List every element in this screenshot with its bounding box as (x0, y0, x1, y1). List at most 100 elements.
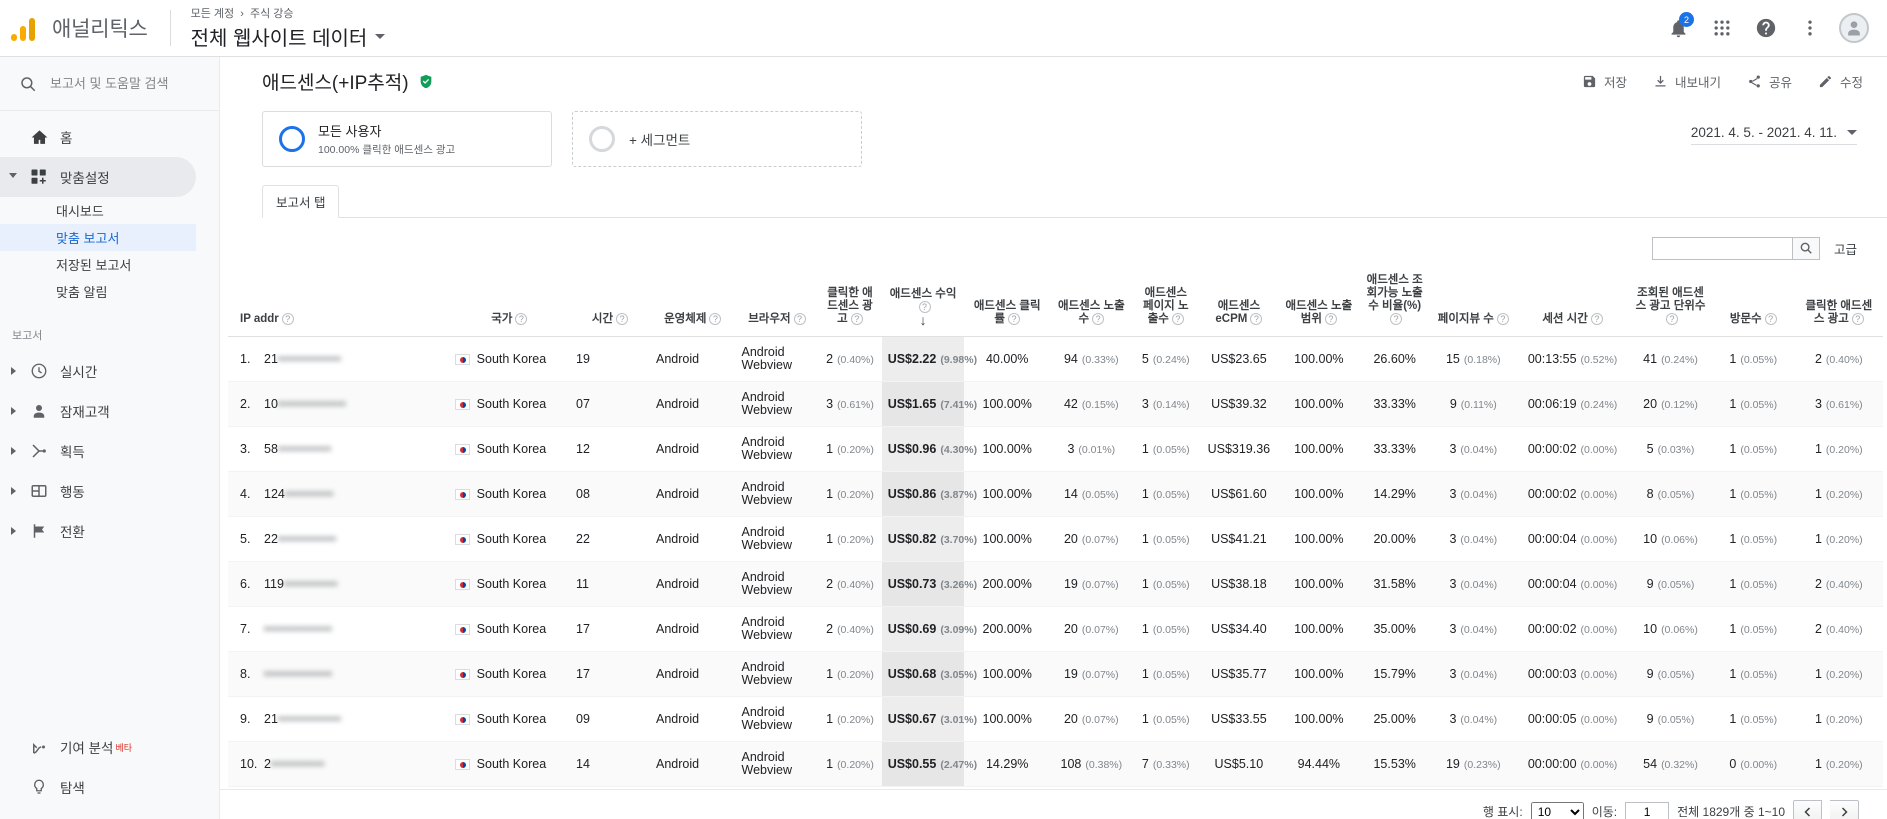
segment-all-users[interactable]: 모든 사용자 100.00% 클릭한 애드센스 광고 (262, 111, 552, 167)
sort-desc-icon[interactable]: ↓ (888, 313, 959, 327)
prev-page-button[interactable] (1793, 800, 1822, 819)
col-adsense-ctr[interactable]: 애드센스 클릭률? (964, 270, 1050, 338)
help-icon[interactable]: ? (1496, 313, 1509, 325)
share-button[interactable]: 공유 (1747, 72, 1792, 91)
col-adsense-impressions[interactable]: 애드센스 노출 수? (1049, 270, 1133, 338)
sidebar-search[interactable] (0, 57, 219, 111)
cell-ip-addr[interactable]: 5. 22•••••••••••• (228, 516, 449, 563)
table-search-button[interactable] (1791, 236, 1820, 260)
account-selector[interactable]: 모든 계정 › 주식 강승 전체 웹사이트 데이터 (191, 5, 386, 51)
help-icon[interactable]: ? (1590, 313, 1603, 325)
help-icon[interactable]: ? (1851, 313, 1864, 325)
help-icon[interactable]: ? (281, 313, 294, 325)
cell-ip-addr[interactable]: 7. •••••••••••••• (228, 606, 449, 653)
table-row[interactable]: 9. 21••••••••••••• South Korea 09 Android And… (228, 696, 1883, 743)
col-pageviews[interactable]: 페이지뷰 수? (1430, 270, 1517, 338)
bell-icon[interactable]: 2 (1659, 9, 1697, 47)
col-visits[interactable]: 방문수? (1711, 270, 1795, 338)
next-page-button[interactable] (1830, 800, 1859, 819)
col-adsense-page-impressions[interactable]: 애드센스 페이지 노출수? (1132, 270, 1199, 338)
help-icon[interactable]: ? (515, 313, 528, 325)
add-segment-button[interactable]: + 세그먼트 (572, 111, 862, 167)
help-icon[interactable]: ? (793, 313, 806, 325)
analytics-logo[interactable] (0, 15, 38, 41)
help-icon[interactable]: ? (1007, 313, 1020, 325)
help-icon[interactable]: ? (1390, 313, 1403, 325)
table-row[interactable]: 6. 119••••••••••• South Korea 11 Android Andr… (228, 561, 1883, 608)
cell-ip-addr[interactable]: 8. •••••••••••••• (228, 651, 449, 698)
table-row[interactable]: 7. •••••••••••••• South Korea 17 Android Andr… (228, 606, 1883, 653)
table-row[interactable]: 8. •••••••••••••• South Korea 17 Android Andr… (228, 651, 1883, 698)
col-os[interactable]: 운영체제? (650, 270, 736, 338)
help-icon[interactable]: ? (1666, 313, 1678, 325)
col-session-duration[interactable]: 세션 시간? (1516, 270, 1630, 338)
help-icon[interactable]: ? (1324, 313, 1337, 325)
col-adsense-coverage[interactable]: 애드센스 노출 범위? (1278, 270, 1359, 338)
rows-per-page-select[interactable]: 10255010025050010005000 (1530, 801, 1584, 819)
chevron-down-icon (4, 172, 22, 182)
col-hour[interactable]: 시간? (570, 270, 650, 338)
sidebar-item-saved-reports[interactable]: 저장된 보고서 (0, 251, 219, 278)
col-adsense-ecpm[interactable]: 애드센스 eCPM? (1198, 270, 1279, 338)
col-adsense-viewable-pct[interactable]: 애드센스 조회가능 노출수 비율(%)? (1358, 270, 1431, 338)
table-row[interactable]: 5. 22•••••••••••• South Korea 22 Android Andr… (228, 516, 1883, 563)
table-row[interactable]: 2. 10•••••••••••••• South Korea 07 Android An… (228, 381, 1883, 428)
sidebar-item-behavior[interactable]: 행동 (0, 471, 219, 511)
col-country[interactable]: 국가? (448, 270, 571, 338)
sidebar-item-dashboards[interactable]: 대시보드 (0, 197, 219, 224)
col-browser[interactable]: 브라우저? (735, 270, 819, 338)
sidebar-item-customization[interactable]: 맞춤설정 (0, 157, 196, 197)
help-icon[interactable] (1747, 9, 1785, 47)
col-ad-units-viewed[interactable]: 조회된 애드센스 광고 단위수? (1629, 270, 1712, 338)
table-search-input[interactable] (1652, 237, 1792, 259)
avatar[interactable] (1835, 9, 1873, 47)
save-button[interactable]: 저장 (1582, 72, 1627, 91)
view-title-row[interactable]: 전체 웹사이트 데이터 (191, 22, 386, 51)
sidebar-item-custom-reports[interactable]: 맞춤 보고서 (0, 224, 196, 251)
sidebar-item-audience[interactable]: 잠재고객 (0, 391, 219, 431)
cell-ip-addr[interactable]: 1. 21••••••••••••• (228, 336, 449, 383)
apps-grid-icon[interactable] (1703, 9, 1741, 47)
goto-page-input[interactable] (1625, 802, 1670, 819)
edit-button[interactable]: 수정 (1818, 72, 1863, 91)
table-search[interactable] (1651, 236, 1792, 260)
sidebar-item-custom-alerts[interactable]: 맞춤 알림 (0, 278, 219, 305)
cell-adsense-ctr: 100.00% (964, 696, 1050, 743)
help-icon[interactable]: ? (1250, 313, 1263, 325)
cell-adsense-page-impressions: 1 (0.05%) (1132, 471, 1199, 518)
sidebar-item-attribution[interactable]: 기여 분석 베타 (0, 727, 219, 767)
sidebar-item-conversions[interactable]: 전환 (0, 511, 219, 551)
date-range-picker[interactable]: 2021. 4. 5. - 2021. 4. 11. (1690, 125, 1857, 145)
col-adsense-clicks-2[interactable]: 클릭한 애드센스 광고? (1794, 270, 1883, 338)
tab-report[interactable]: 보고서 탭 (262, 185, 340, 218)
advanced-link[interactable]: 고급 (1834, 239, 1857, 258)
save-button-label: 저장 (1603, 75, 1627, 90)
more-vert-icon[interactable] (1791, 9, 1829, 47)
cell-ip-addr[interactable]: 2. 10•••••••••••••• (228, 381, 449, 428)
export-button[interactable]: 내보내기 (1653, 72, 1721, 91)
help-icon[interactable]: ? (1171, 313, 1184, 325)
sidebar-item-acquisition[interactable]: 획득 (0, 431, 219, 471)
help-icon[interactable]: ? (1764, 313, 1777, 325)
help-icon[interactable]: ? (709, 313, 722, 325)
col-ip-addr[interactable]: IP addr? (228, 270, 449, 338)
table-row[interactable]: 3. 58••••••••••• South Korea 12 Android Andro… (228, 426, 1883, 473)
table-row[interactable]: 10. 2••••••••••• South Korea 14 Android Andro… (228, 741, 1883, 788)
cell-ip-addr[interactable]: 10. 2••••••••••• (228, 741, 449, 788)
help-icon[interactable]: ? (616, 313, 629, 325)
cell-ip-addr[interactable]: 6. 119••••••••••• (228, 561, 449, 608)
sidebar-item-realtime[interactable]: 실시간 (0, 351, 219, 391)
cell-ip-addr[interactable]: 3. 58••••••••••• (228, 426, 449, 473)
table-row[interactable]: 4. 124•••••••••• South Korea 08 Android Andro… (228, 471, 1883, 518)
search-input[interactable] (48, 75, 198, 92)
sidebar-item-home[interactable]: 홈 (0, 117, 219, 157)
cell-ip-addr[interactable]: 9. 21••••••••••••• (228, 696, 449, 743)
col-adsense-revenue[interactable]: 애드센스 수익? ↓ (881, 270, 965, 338)
cell-ip-addr[interactable]: 4. 124•••••••••• (228, 471, 449, 518)
help-icon[interactable]: ? (850, 313, 863, 325)
cell-browser: Android Webview (735, 381, 819, 428)
sidebar-item-discover[interactable]: 탐색 (0, 767, 219, 807)
help-icon[interactable]: ? (1092, 313, 1105, 325)
col-adsense-clicks[interactable]: 클릭한 애드센스 광고? (818, 270, 882, 338)
table-row[interactable]: 1. 21••••••••••••• South Korea 19 Android And… (228, 336, 1883, 383)
